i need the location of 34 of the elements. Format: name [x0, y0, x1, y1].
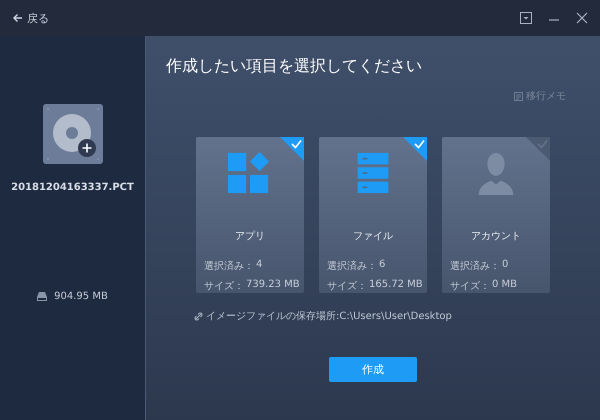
- card-label: ファイル: [353, 230, 393, 243]
- stat-value: 0 MB: [492, 279, 518, 292]
- stat-label: サイズ：: [204, 280, 244, 293]
- back-button[interactable]: 戻る: [12, 10, 49, 26]
- disk-size: 904.95 MB: [54, 291, 108, 302]
- dropdown-icon[interactable]: [520, 12, 532, 24]
- page-title: 作成したい項目を選択してください: [166, 56, 423, 77]
- stat-label: 選択済み：: [327, 260, 377, 273]
- stat-value: 739.23 MB: [246, 279, 300, 292]
- stat-label: 選択済み：: [450, 260, 500, 273]
- save-location: イメージファイルの保存場所:C:\Users\User\Desktop: [206, 310, 452, 323]
- item-card[interactable]: アカウント 選択済み： 0 サイズ： 0 MB: [442, 137, 550, 293]
- drive-icon: [37, 292, 48, 301]
- card-label: アカウント: [471, 230, 521, 243]
- create-button[interactable]: 作成: [329, 357, 417, 382]
- card-label: アプリ: [235, 230, 265, 243]
- stat-label: サイズ：: [450, 280, 490, 293]
- stat-value: 6: [379, 259, 386, 272]
- check-corner-icon: [280, 137, 304, 161]
- item-card[interactable]: ファイル 選択済み： 6 サイズ： 165.72 MB: [319, 137, 427, 293]
- link-icon: [194, 312, 203, 320]
- stat-label: サイズ：: [327, 280, 367, 293]
- stat-label: 選択済み：: [204, 260, 254, 273]
- arrow-left-icon: [12, 13, 23, 23]
- stat-value: 4: [256, 259, 262, 272]
- disk-image-icon: [42, 104, 102, 164]
- unchecked-corner-icon: [526, 137, 550, 161]
- stat-value: 165.72 MB: [369, 279, 423, 292]
- note-icon: [514, 92, 523, 100]
- close-icon[interactable]: [576, 12, 588, 24]
- check-corner-icon: [403, 137, 427, 161]
- item-card[interactable]: アプリ 選択済み： 4 サイズ： 739.23 MB: [196, 137, 304, 293]
- file-name: 20181204163337.PCT: [11, 182, 134, 193]
- stat-value: 0: [502, 259, 508, 272]
